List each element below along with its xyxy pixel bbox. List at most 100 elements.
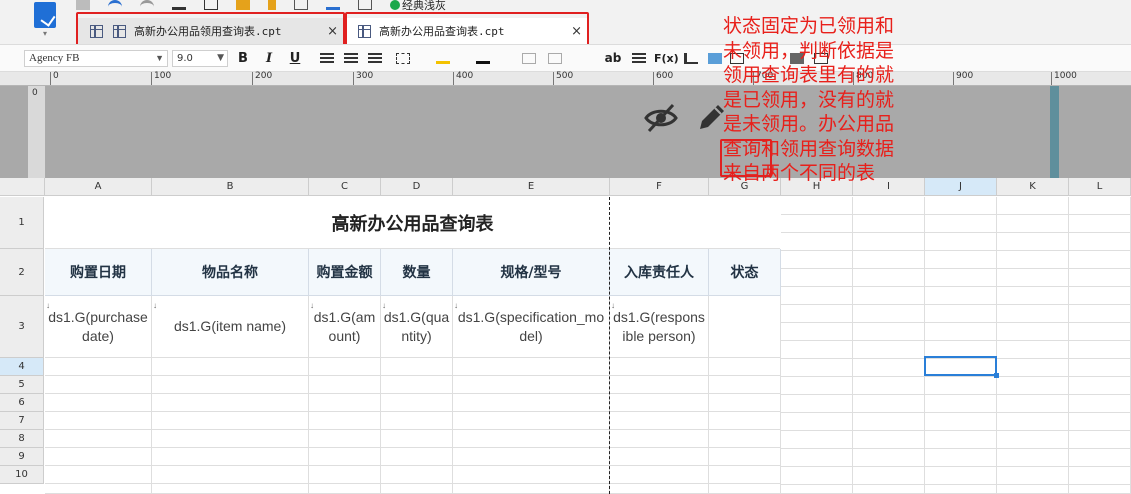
report-title-cell[interactable]: 高新办公用品查询表 [45, 197, 780, 249]
preview-icon[interactable] [294, 0, 308, 10]
grid-cell[interactable] [381, 358, 453, 494]
grid-cell[interactable] [1069, 197, 1131, 494]
app-menu-button[interactable]: ▾ [28, 0, 62, 40]
row-header[interactable]: 10 [0, 466, 44, 484]
bold-button[interactable]: B [236, 50, 250, 67]
paste-icon[interactable] [236, 0, 250, 10]
grid-cell[interactable] [997, 197, 1069, 494]
header-cell-purchase-date[interactable]: 购置日期 [45, 249, 152, 296]
chevron-down-icon: ▼ [155, 53, 164, 63]
formula-button[interactable]: F(x) [654, 50, 679, 67]
binding-cell-spec[interactable]: ↓ ds1.G(specification_model) [453, 296, 610, 358]
row-header[interactable]: 8 [0, 430, 44, 448]
column-header[interactable]: F [610, 178, 709, 196]
format-painter-icon[interactable] [268, 0, 276, 10]
app-menu-caret: ▾ [42, 29, 47, 38]
column-header[interactable]: L [1069, 178, 1131, 196]
column-header[interactable]: J [925, 178, 997, 196]
header-cell-spec[interactable]: 规格/型号 [453, 249, 610, 296]
binding-cell-amount[interactable]: ↓ ds1.G(amount) [309, 296, 381, 358]
grid-cell[interactable] [453, 358, 610, 494]
vertical-ruler: 0 [28, 86, 46, 178]
inspect-icon[interactable] [358, 0, 372, 10]
header-cell-item-name[interactable]: 物品名称 [152, 249, 309, 296]
grid-cell[interactable] [925, 197, 997, 494]
page-edge-marker[interactable] [1050, 86, 1059, 178]
grid-cell[interactable] [853, 197, 925, 494]
binding-cell-item-name[interactable]: ↓ ds1.G(item name) [152, 296, 309, 358]
row-header[interactable]: 3 [0, 296, 44, 358]
row-header[interactable]: 4 [0, 358, 44, 376]
expand-arrow-icon: ↓ [46, 301, 50, 310]
check-icon[interactable] [390, 0, 400, 10]
grid-cell[interactable] [309, 358, 381, 494]
eye-off-icon[interactable] [644, 101, 678, 135]
report-app-icon [34, 2, 56, 28]
grid-cell[interactable] [781, 197, 853, 494]
underline-button[interactable]: U [288, 50, 302, 67]
row-header[interactable]: 5 [0, 376, 44, 394]
row-header[interactable]: 1 [0, 197, 44, 249]
binding-text: ds1.G(responsible person) [613, 308, 705, 344]
header-cell-status[interactable]: 状态 [709, 249, 781, 296]
column-header[interactable]: D [381, 178, 453, 196]
binding-cell-quantity[interactable]: ↓ ds1.G(quantity) [381, 296, 453, 358]
report-preview-area [0, 86, 1131, 178]
redo-icon[interactable] [140, 0, 154, 10]
binding-text: ds1.G(item name) [173, 318, 287, 334]
merge-cells-icon[interactable] [522, 53, 536, 64]
selected-cell-j4[interactable] [924, 356, 999, 378]
row-header[interactable]: 6 [0, 394, 44, 412]
binding-cell-purchase-date[interactable]: ↓ ds1.G(purchase date) [45, 296, 152, 358]
undo-icon[interactable] [108, 0, 122, 10]
binding-text: ds1.G(quantity) [383, 308, 450, 344]
align-right-icon[interactable] [368, 53, 382, 64]
header-cell-quantity[interactable]: 数量 [381, 249, 453, 296]
split-cells-icon[interactable] [548, 53, 562, 64]
copy-icon[interactable] [204, 0, 218, 10]
binding-text: ds1.G(specification_model) [457, 308, 605, 344]
save-icon[interactable] [76, 0, 90, 10]
font-size-select[interactable]: 9.0 ▼ [172, 50, 228, 67]
quick-toolbar [76, 0, 516, 12]
row-header[interactable]: 2 [0, 249, 44, 296]
bar-chart-icon[interactable] [684, 53, 698, 64]
fill-color-icon[interactable] [436, 53, 450, 64]
grid-cell[interactable] [45, 358, 152, 494]
ruler-mark: 100 [151, 72, 171, 85]
expand-arrow-icon: ↓ [454, 301, 458, 310]
align-left-icon[interactable] [320, 53, 334, 64]
column-header[interactable]: A [45, 178, 152, 196]
row-header[interactable]: 7 [0, 412, 44, 430]
cut-icon[interactable] [172, 0, 186, 10]
page-break-line [609, 197, 610, 494]
italic-button[interactable]: I [262, 50, 276, 67]
binding-cell-responsible[interactable]: ↓ ds1.G(responsible person) [610, 296, 709, 358]
report-grid[interactable]: A B C D E F G H I J K L 1 2 3 4 5 6 7 8 … [0, 178, 1131, 494]
grid-cell[interactable] [709, 358, 781, 494]
annotation-note: 状态固定为已领用和未领用，判断依据是领用查询表里有的就是已领用，没有的就是未领用… [723, 15, 895, 184]
header-cell-amount[interactable]: 购置金额 [309, 249, 381, 296]
binding-cell-status[interactable] [709, 296, 781, 358]
text-direction-button[interactable]: ab [604, 50, 622, 67]
format-toolbar: Agency FB ▼ 9.0 ▼ B I U ab F(x) [0, 44, 1131, 72]
font-color-icon[interactable] [476, 53, 490, 64]
font-size-value: 9.0 [177, 53, 193, 64]
select-all-corner[interactable] [0, 178, 45, 196]
grid-cell[interactable] [610, 358, 709, 494]
ruler-mark: 900 [953, 72, 973, 85]
debug-icon[interactable] [326, 0, 340, 10]
row-header[interactable]: 9 [0, 448, 44, 466]
align-center-icon[interactable] [344, 53, 358, 64]
chevron-down-icon: ▼ [217, 53, 224, 63]
font-family-select[interactable]: Agency FB ▼ [24, 50, 168, 67]
column-header[interactable]: E [453, 178, 610, 196]
column-header[interactable]: B [152, 178, 309, 196]
image-icon[interactable] [708, 53, 722, 64]
header-cell-responsible[interactable]: 入库责任人 [610, 249, 709, 296]
grid-cell[interactable] [152, 358, 309, 494]
border-icon[interactable] [396, 53, 410, 64]
column-header[interactable]: K [997, 178, 1069, 196]
column-header[interactable]: C [309, 178, 381, 196]
text-align-icon[interactable] [632, 53, 646, 64]
